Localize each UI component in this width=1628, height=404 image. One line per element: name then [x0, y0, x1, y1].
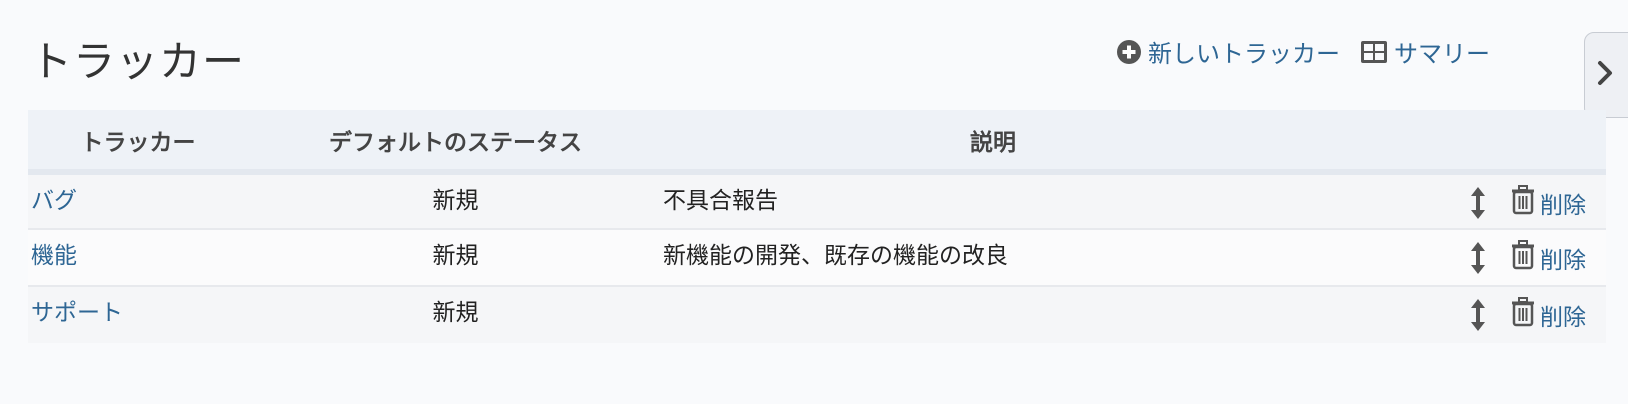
column-header-default-status: デフォルトのステータス: [329, 129, 582, 156]
sort-handle-icon[interactable]: [1470, 299, 1485, 331]
trash-icon: [1510, 240, 1536, 276]
description-cell: 不具合報告: [663, 188, 778, 214]
trash-icon: [1510, 297, 1536, 333]
page-title: トラッカー: [30, 37, 246, 86]
add-circle-icon: [1116, 39, 1142, 65]
row-actions: 削除: [1323, 229, 1606, 286]
row-actions: 削除: [1323, 286, 1606, 343]
delete-label: 削除: [1540, 193, 1586, 219]
tracker-name-cell: 機能: [28, 229, 248, 286]
new-tracker-label: 新しいトラッカー: [1148, 40, 1340, 68]
delete-button[interactable]: 削除: [1510, 185, 1586, 221]
trash-icon: [1510, 185, 1536, 221]
row-actions: 削除: [1323, 172, 1606, 229]
table-row: サポート 新規 削除: [28, 286, 1606, 343]
table-row: バグ 新規 不具合報告 削除: [28, 172, 1606, 229]
summary-label: サマリー: [1394, 40, 1490, 68]
sort-handle-icon[interactable]: [1470, 187, 1485, 219]
tracker-name-cell: サポート: [28, 286, 248, 343]
default-status-cell: 新規: [432, 243, 479, 269]
tracker-name-cell: バグ: [28, 172, 248, 229]
description-cell: [663, 286, 1323, 343]
column-header-tracker: トラッカー: [80, 129, 196, 156]
sort-handle-icon[interactable]: [1470, 242, 1485, 274]
new-tracker-link[interactable]: 新しいトラッカー: [1116, 34, 1340, 69]
table-row: 機能 新規 新機能の開発、既存の機能の改良 削除: [28, 229, 1606, 286]
tracker-table: トラッカー デフォルトのステータス 説明 バグ 新規 不具合報告 削除 機能 新…: [28, 110, 1606, 343]
delete-button[interactable]: 削除: [1510, 297, 1586, 333]
chevron-right-icon: [1595, 58, 1615, 92]
default-status-cell: 新規: [432, 188, 479, 214]
tracker-name-link[interactable]: 機能: [31, 243, 77, 269]
delete-label: 削除: [1540, 305, 1586, 331]
table-icon: [1360, 40, 1388, 64]
column-header-actions: [1323, 110, 1606, 172]
contextual-actions: 新しいトラッカー サマリー: [1116, 34, 1490, 69]
default-status-cell: 新規: [432, 300, 479, 326]
description-cell: 新機能の開発、既存の機能の改良: [663, 243, 1008, 269]
tracker-name-link[interactable]: サポート: [31, 300, 123, 326]
sidebar-toggle-button[interactable]: [1584, 32, 1628, 118]
summary-link[interactable]: サマリー: [1360, 34, 1490, 69]
table-header-row: トラッカー デフォルトのステータス 説明: [28, 110, 1606, 172]
delete-label: 削除: [1540, 248, 1586, 274]
tracker-name-link[interactable]: バグ: [31, 188, 77, 214]
delete-button[interactable]: 削除: [1510, 240, 1586, 276]
column-header-description: 説明: [970, 129, 1016, 156]
